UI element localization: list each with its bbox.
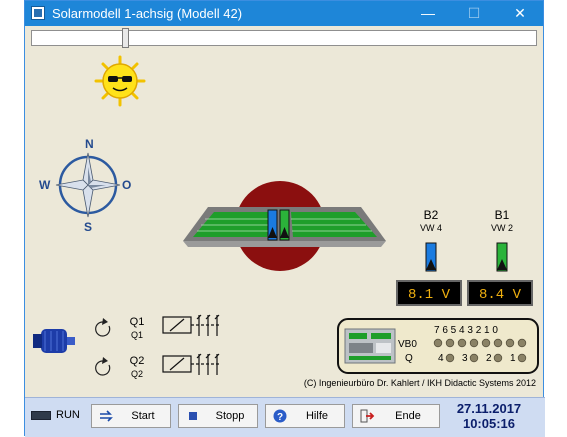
sun-position-slider[interactable] xyxy=(31,28,537,48)
sun-icon xyxy=(94,55,146,107)
plc-q-bit-2: 2 xyxy=(486,353,492,364)
minimize-button[interactable]: — xyxy=(405,1,451,26)
time-display: 10:05:16 xyxy=(462,416,516,431)
close-button[interactable]: ✕ xyxy=(497,1,543,26)
sensor-b1-label: B1 xyxy=(495,208,510,222)
help-icon: ? xyxy=(273,409,287,423)
exit-icon xyxy=(360,409,375,423)
stopp-button[interactable]: Stopp xyxy=(178,404,258,428)
compass-west-label: W xyxy=(39,178,51,192)
plc-vb0-label: VB0 xyxy=(398,339,417,350)
solar-panel xyxy=(183,181,386,271)
output-q1-label: Q1 xyxy=(130,316,145,328)
output-q2-label: Q2 xyxy=(130,355,145,367)
simulation-scene: N S W O B2 VW 4 B1 VW 2 8.1 V 8.4 V Q1 Q… xyxy=(33,55,539,388)
datetime-display: 27.11.2017 10:05:16 xyxy=(449,401,529,431)
date-display: 27.11.2017 xyxy=(456,401,522,416)
plc-q-bit-1: 1 xyxy=(510,353,516,364)
plc-q-label: Q xyxy=(405,353,413,364)
relay-q1-icon xyxy=(162,314,221,336)
compass-east-label: O xyxy=(122,178,131,192)
compass-south-label: S xyxy=(84,220,92,234)
sensor-b2-icon xyxy=(425,242,437,272)
sensor-b2-label: B2 xyxy=(424,208,439,222)
sensor-b1-value: 8.4 V xyxy=(479,287,522,303)
copyright-text: (C) Ingenieurbüro Dr. Kahlert / IKH Dida… xyxy=(304,378,536,388)
title-bar: Solarmodell 1-achsig (Modell 42) — ☐ ✕ xyxy=(25,1,543,26)
start-icon xyxy=(100,410,113,422)
compass-rose-icon xyxy=(55,152,121,218)
maximize-button[interactable]: ☐ xyxy=(451,1,497,26)
run-led-icon xyxy=(31,411,51,420)
stop-icon xyxy=(189,412,197,420)
sensor-b2-address: VW 4 xyxy=(420,223,442,233)
motor-icon xyxy=(33,329,75,353)
stopp-label: Stopp xyxy=(215,410,245,422)
button-bar: RUN Start Stopp ? Hilfe Ende 27.11.2017 … xyxy=(25,397,545,437)
plc-bit-header: 7 6 5 4 3 2 1 0 xyxy=(434,325,498,336)
output-q1-sublabel: Q1 xyxy=(131,330,143,340)
rotate-q2-icon xyxy=(95,357,111,376)
plc-q-bit-4: 4 xyxy=(438,353,444,364)
app-icon xyxy=(31,6,45,20)
rotate-q1-icon xyxy=(95,318,111,337)
sensor-b1-icon xyxy=(496,242,508,272)
start-label: Start xyxy=(131,410,155,422)
sensor-b1-address: VW 2 xyxy=(491,223,513,233)
slider-thumb[interactable] xyxy=(122,28,129,48)
run-indicator: RUN xyxy=(31,407,85,427)
window-title: Solarmodell 1-achsig (Modell 42) xyxy=(52,6,243,21)
hilfe-label: Hilfe xyxy=(305,410,328,422)
relay-q2-icon xyxy=(162,353,221,375)
ende-label: Ende xyxy=(395,410,421,422)
sensor-b2-value: 8.1 V xyxy=(408,287,451,303)
app-window: Solarmodell 1-achsig (Modell 42) — ☐ ✕ N… xyxy=(24,0,545,437)
start-button[interactable]: Start xyxy=(91,404,171,428)
ende-button[interactable]: Ende xyxy=(352,404,440,428)
plc-q-bit-3: 3 xyxy=(462,353,468,364)
output-q2-sublabel: Q2 xyxy=(131,369,143,379)
compass-north-label: N xyxy=(85,137,94,151)
run-label: RUN xyxy=(56,409,80,421)
svg-text:?: ? xyxy=(277,412,283,423)
hilfe-button[interactable]: ? Hilfe xyxy=(265,404,345,428)
